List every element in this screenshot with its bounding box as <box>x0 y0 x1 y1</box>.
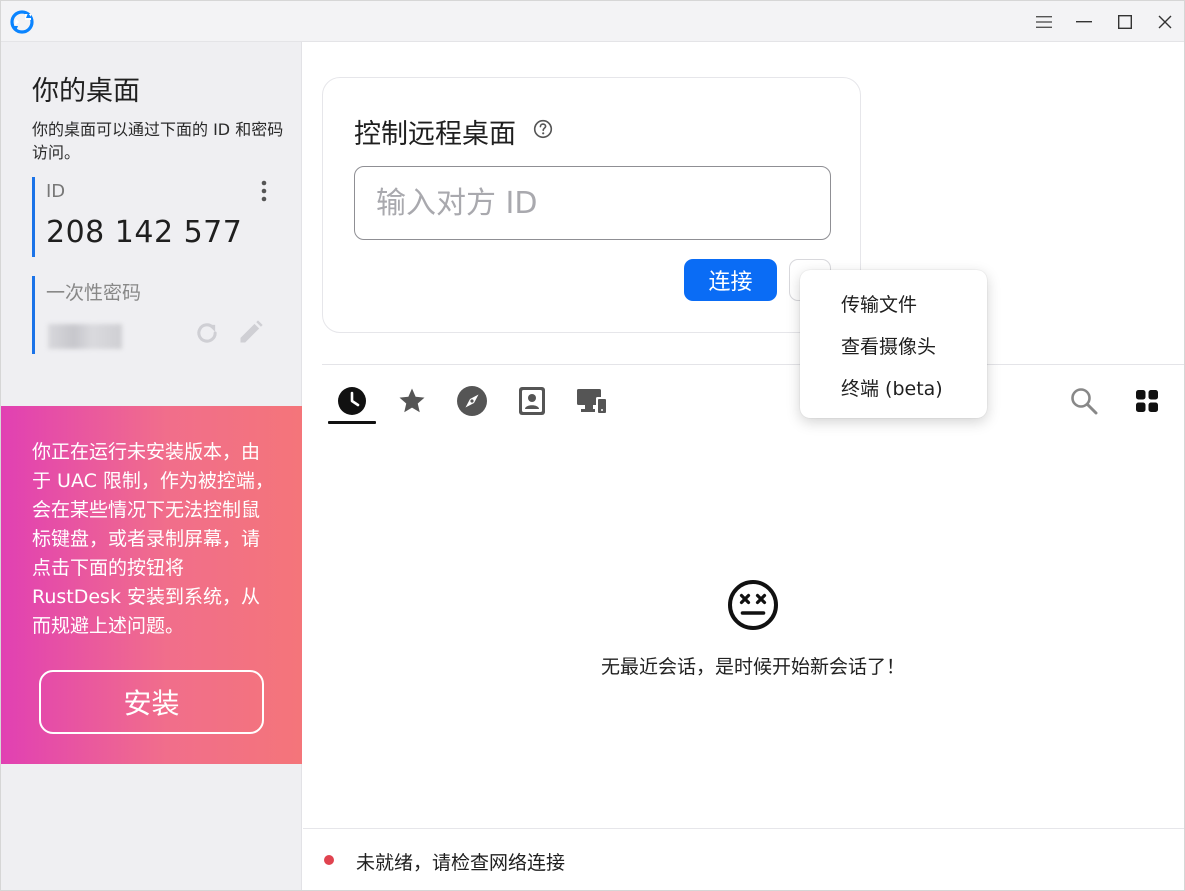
connect-options-menu: 传输文件 查看摄像头 终端 (beta) <box>800 270 987 418</box>
app-window: 你的桌面 你的桌面可以通过下面的 ID 和密码访问。 ID 208 142 57… <box>0 0 1185 891</box>
password-label: 一次性密码 <box>46 282 142 304</box>
left-panel: 你的桌面 你的桌面可以通过下面的 ID 和密码访问。 ID 208 142 57… <box>1 42 302 890</box>
search-button[interactable] <box>1066 381 1102 421</box>
refresh-icon[interactable] <box>193 319 221 347</box>
install-button[interactable]: 安装 <box>39 670 264 734</box>
menu-button[interactable] <box>1024 1 1064 42</box>
maximize-button[interactable] <box>1105 1 1145 42</box>
search-icon <box>1071 388 1098 415</box>
tab-address-book[interactable] <box>507 378 557 424</box>
more-vertical-icon[interactable] <box>257 179 271 203</box>
status-dot <box>324 855 334 865</box>
menu-item-transfer-file[interactable]: 传输文件 <box>800 282 987 324</box>
connect-card: 控制远程桌面 连接 <box>322 77 861 333</box>
install-notice-text: 你正在运行未安装版本，由于 UAC 限制，作为被控端，会在某些情况下无法控制鼠标… <box>32 441 274 637</box>
status-bar: 未就绪，请检查网络连接 <box>303 828 1184 890</box>
rustdesk-logo-icon <box>10 10 34 34</box>
edit-pencil-icon[interactable] <box>237 318 265 346</box>
grid-view-icon <box>1136 390 1158 412</box>
tab-favorites[interactable] <box>387 378 437 424</box>
remote-id-input[interactable] <box>354 166 831 240</box>
hamburger-icon <box>1036 15 1052 28</box>
dizzy-face-icon <box>728 580 778 630</box>
install-notice-card: 你正在运行未安装版本，由于 UAC 限制，作为被控端，会在某些情况下无法控制鼠标… <box>1 406 302 764</box>
minimize-icon <box>1076 20 1092 22</box>
discovered-compass-icon <box>457 386 487 416</box>
title-bar <box>1 1 1184 42</box>
close-button[interactable] <box>1145 1 1185 42</box>
close-icon <box>1158 15 1172 28</box>
empty-state-message: 无最近会话，是时候开始新会话了！ <box>600 656 905 678</box>
tab-discovered[interactable] <box>447 378 497 424</box>
tab-recent[interactable] <box>327 378 377 424</box>
grid-view-button[interactable] <box>1129 381 1165 421</box>
help-icon[interactable] <box>533 119 553 139</box>
connect-title: 控制远程桌面 <box>354 119 516 150</box>
tab-group[interactable] <box>567 378 617 424</box>
password-section: 一次性密码 <box>32 276 282 354</box>
id-value[interactable]: 208 142 577 <box>46 215 242 250</box>
id-section: ID 208 142 577 <box>32 177 282 257</box>
your-desktop-title: 你的桌面 <box>32 76 140 107</box>
recent-sessions-icon <box>338 387 366 415</box>
menu-item-terminal[interactable]: 终端 (beta) <box>800 366 987 408</box>
address-book-icon <box>519 387 545 415</box>
main-area: 控制远程桌面 连接 <box>303 42 1184 890</box>
status-text: 未就绪，请检查网络连接 <box>356 852 566 874</box>
desktop-description: 你的桌面可以通过下面的 ID 和密码访问。 <box>32 120 284 162</box>
active-tab-indicator <box>328 421 376 424</box>
divider <box>322 364 1184 365</box>
favorites-star-icon <box>399 388 425 413</box>
connect-button[interactable]: 连接 <box>684 259 777 301</box>
menu-item-view-camera[interactable]: 查看摄像头 <box>800 324 987 366</box>
minimize-button[interactable] <box>1064 1 1104 42</box>
maximize-icon <box>1118 14 1132 29</box>
password-value-hidden[interactable] <box>48 324 122 349</box>
group-devices-icon <box>577 389 607 414</box>
id-label: ID <box>46 181 66 202</box>
